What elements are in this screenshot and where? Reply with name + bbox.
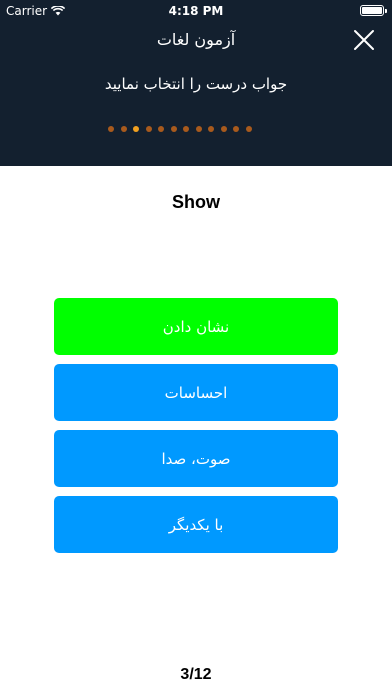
answer-option-4[interactable]: با یکدیگر xyxy=(54,496,338,553)
progress-dot-7 xyxy=(183,126,189,132)
progress-dot-3 xyxy=(133,126,139,132)
status-bar: Carrier 4:18 PM xyxy=(0,0,392,22)
instruction-text: جواب درست را انتخاب نمایید xyxy=(104,75,288,93)
answer-option-3[interactable]: صوت، صدا xyxy=(54,430,338,487)
page-title: آزمون لغات xyxy=(156,30,236,49)
header: Carrier 4:18 PM آزمون لغات جواب درست را … xyxy=(0,0,392,166)
progress-dot-10 xyxy=(220,126,227,132)
progress-dot-12 xyxy=(245,126,252,132)
close-icon[interactable] xyxy=(353,29,375,51)
question-counter: 3/12 xyxy=(180,666,212,683)
answer-option-1[interactable]: نشان دادن xyxy=(54,298,338,355)
progress-dot-5 xyxy=(158,126,164,132)
progress-dot-2 xyxy=(120,126,127,132)
progress-dot-9 xyxy=(208,126,214,132)
status-time: 4:18 PM xyxy=(168,4,224,18)
answer-option-2[interactable]: احساسات xyxy=(54,364,338,421)
progress-dot-1 xyxy=(108,126,114,132)
progress-dot-11 xyxy=(233,126,239,132)
question-word: Show xyxy=(172,192,220,212)
battery-icon xyxy=(360,5,387,16)
progress-dot-6 xyxy=(170,126,177,132)
progress-dot-8 xyxy=(195,126,202,132)
progress-dots xyxy=(108,126,252,132)
progress-dot-4 xyxy=(145,126,152,132)
